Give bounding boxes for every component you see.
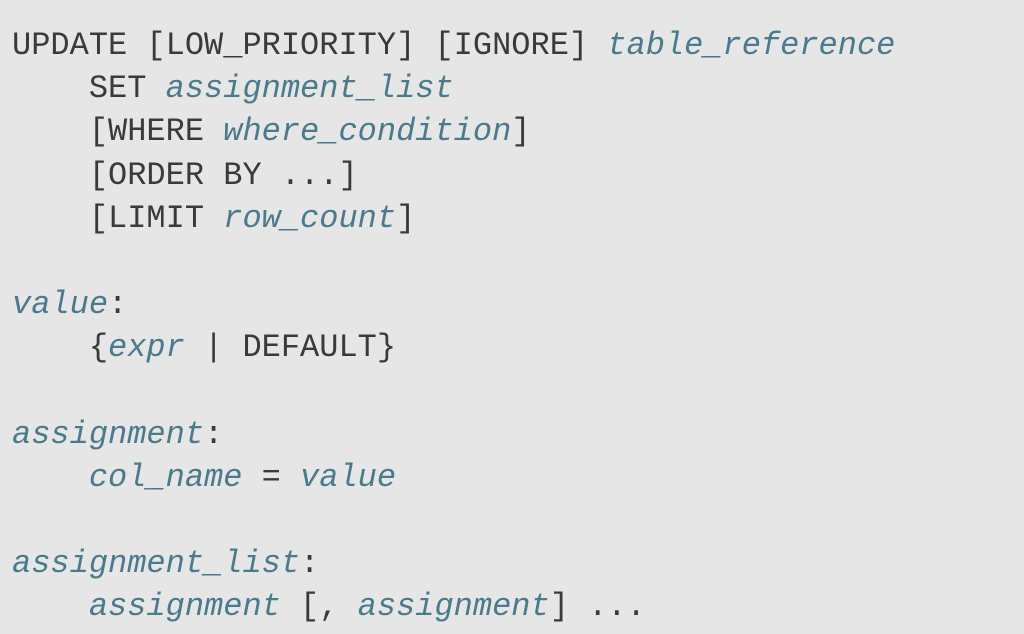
order-by-line: [ORDER BY ...] bbox=[89, 157, 358, 194]
bracket-close: ] bbox=[511, 113, 530, 150]
indent bbox=[12, 113, 89, 150]
placeholder-expr: expr bbox=[108, 329, 185, 366]
limit-bracket-open: [LIMIT bbox=[89, 200, 223, 237]
placeholder-assignment: assignment bbox=[89, 588, 281, 625]
label-assignment-list: assignment_list bbox=[12, 545, 300, 582]
brace-open: { bbox=[89, 329, 108, 366]
set-keyword: SET bbox=[89, 70, 166, 107]
indent bbox=[12, 200, 89, 237]
label-value: value bbox=[12, 286, 108, 323]
label-assignment: assignment bbox=[12, 416, 204, 453]
indent bbox=[12, 459, 89, 496]
indent bbox=[12, 70, 89, 107]
colon: : bbox=[108, 286, 127, 323]
placeholder-where-condition: where_condition bbox=[223, 113, 511, 150]
indent bbox=[12, 329, 89, 366]
ellipsis-close: ] ... bbox=[550, 588, 646, 625]
update-keyword-line: UPDATE [LOW_PRIORITY] [IGNORE] bbox=[12, 27, 607, 64]
placeholder-assignment-list: assignment_list bbox=[166, 70, 454, 107]
placeholder-table-reference: table_reference bbox=[607, 27, 895, 64]
where-bracket-open: [WHERE bbox=[89, 113, 223, 150]
placeholder-col-name: col_name bbox=[89, 459, 243, 496]
placeholder-row-count: row_count bbox=[223, 200, 396, 237]
sql-syntax-block: UPDATE [LOW_PRIORITY] [IGNORE] table_ref… bbox=[12, 24, 1012, 629]
bracket-comma: [, bbox=[281, 588, 358, 625]
default-brace-close: | DEFAULT} bbox=[185, 329, 396, 366]
colon: : bbox=[204, 416, 223, 453]
placeholder-assignment-2: assignment bbox=[358, 588, 550, 625]
placeholder-value: value bbox=[300, 459, 396, 496]
indent bbox=[12, 588, 89, 625]
equals-sign: = bbox=[242, 459, 300, 496]
bracket-close: ] bbox=[396, 200, 415, 237]
indent bbox=[12, 157, 89, 194]
colon: : bbox=[300, 545, 319, 582]
